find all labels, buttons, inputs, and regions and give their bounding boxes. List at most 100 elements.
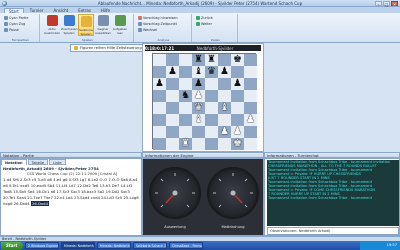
cyan-partie-button[interactable]: Cyan Partie [4, 15, 28, 20]
board-square[interactable] [153, 102, 166, 114]
board-square[interactable] [218, 78, 231, 90]
black-pawn-icon[interactable]: ♟ [166, 66, 179, 78]
move-list[interactable]: 1.d4 Sf6 2.Sc3 c5 3.d5 d6 4.e4 g6 5.Sf3 … [3, 177, 141, 207]
board-square[interactable] [166, 54, 179, 66]
board-square[interactable] [244, 66, 257, 78]
cyan-zug-label: Cyan Zug [9, 21, 26, 26]
board-square[interactable] [192, 126, 205, 138]
tab-tabelle[interactable]: Tabelle [27, 159, 49, 165]
board-square[interactable] [153, 138, 166, 150]
board-square[interactable] [205, 90, 218, 102]
white-pawn-icon[interactable]: ♟ [218, 126, 231, 138]
maximize-button[interactable]: □ [383, 1, 390, 7]
tab-liste[interactable]: Liste [49, 159, 66, 165]
minimize-button[interactable]: – [375, 1, 382, 7]
taskbar-item[interactable]: ChessBase - Fernsch... [169, 242, 203, 249]
chess-piece-icon [80, 16, 92, 27]
black-pawn-icon[interactable]: ♟ [218, 66, 231, 78]
board-square[interactable] [205, 78, 218, 90]
board-square[interactable] [179, 126, 192, 138]
taskbar-item[interactable]: Mineda: Nedbforth_A... [97, 242, 131, 249]
board-square[interactable] [192, 138, 205, 150]
black-rook-icon[interactable]: ♜ [205, 54, 218, 66]
board-square[interactable] [244, 54, 257, 66]
vorschlag-hinweisen-button[interactable]: Vorschlag hinweisen [138, 15, 178, 20]
seikkoria-button[interactable]: Seikkoria Spielen [78, 14, 94, 36]
board-square[interactable] [218, 138, 231, 150]
black-pawn-icon[interactable]: ♟ [192, 78, 205, 90]
taskbar-item[interactable]: 2 Windows Explorer [25, 242, 59, 249]
board-square[interactable] [179, 54, 192, 66]
board-square[interactable] [205, 138, 218, 150]
black-bishop-icon[interactable]: ♝ [192, 66, 205, 78]
board-square[interactable] [244, 138, 257, 150]
start-button[interactable]: Start [1, 241, 23, 250]
board-square[interactable] [218, 54, 231, 66]
zuschauen-button[interactable]: Zuschauen Spielen [61, 14, 78, 36]
board-square[interactable] [205, 102, 218, 114]
black-knight-icon[interactable]: ♞ [179, 90, 192, 102]
white-bishop-icon[interactable]: ♝ [218, 102, 231, 114]
board-square[interactable] [218, 114, 231, 126]
mate-threat-gauge [207, 167, 259, 219]
board-square[interactable] [166, 138, 179, 150]
board-square[interactable] [179, 78, 192, 90]
black-rook-icon[interactable]: ♜ [192, 54, 205, 66]
zurueck-button[interactable]: Zurück [196, 15, 213, 20]
white-pawn-icon[interactable]: ♟ [244, 114, 257, 126]
close-button[interactable]: × [391, 1, 398, 7]
gauge-dial-icon [155, 173, 195, 208]
pause-button[interactable]: Pause [4, 27, 19, 32]
board-square[interactable] [244, 78, 257, 90]
black-pawn-icon[interactable]: ♟ [153, 78, 166, 90]
board-square[interactable] [153, 54, 166, 66]
board-square[interactable] [231, 102, 244, 114]
white-rook-icon[interactable]: ♜ [179, 138, 192, 150]
board-square[interactable] [179, 66, 192, 78]
current-move[interactable]: 26.Dxd4 [30, 201, 49, 206]
board-square[interactable] [205, 114, 218, 126]
taskbar-item[interactable]: Mineda: Nedbforth_A... [61, 242, 95, 249]
board-square[interactable] [166, 78, 179, 90]
dropdown-popup[interactable]: Figuren reihen Hilfe Zeitsteuerung [70, 44, 152, 52]
chat-log[interactable]: Tournament invitation from Schachbox Tri… [267, 160, 399, 226]
wechsel-button[interactable]: Wechsel [138, 27, 157, 32]
board-square[interactable] [205, 126, 218, 138]
board-square[interactable] [218, 90, 231, 102]
board-square[interactable] [244, 90, 257, 102]
white-bishop-icon[interactable]: ♝ [192, 114, 205, 126]
board-square[interactable] [166, 90, 179, 102]
board-square[interactable] [231, 66, 244, 78]
white-pawn-icon[interactable]: ♟ [231, 126, 244, 138]
board-square[interactable] [153, 114, 166, 126]
black-queen-icon[interactable]: ♛ [205, 66, 218, 78]
board-square[interactable] [179, 102, 192, 114]
weiter-button[interactable]: Weiter [196, 21, 212, 26]
board-square[interactable] [231, 90, 244, 102]
chess-board[interactable]: ♚ ♛ ♜ ♝ ♝ ♟ ♟ ♟ ♟ ♚ ♛ ♜ ♜ ♝ ♞ ♟ ♟ ♟ ♟ ♟ [152, 53, 257, 150]
aufgaben-button[interactable]: Aufgaben leer [112, 14, 128, 36]
board-square[interactable] [153, 90, 166, 102]
board-square[interactable] [244, 126, 257, 138]
cyan-zug-button[interactable]: Cyan Zug [4, 21, 25, 26]
white-king-icon[interactable]: ♚ [231, 138, 244, 150]
black-king-icon[interactable]: ♚ [231, 54, 244, 66]
tab-notation[interactable]: Notation [1, 159, 27, 165]
chat-input[interactable]: Observationen: Nedbforth Arkadij [267, 227, 399, 235]
aktiv-button[interactable]: Aktiv Ausklicken [44, 14, 60, 36]
gegner-button[interactable]: Gegner auswählen [95, 14, 111, 36]
white-pawn-icon[interactable]: ♟ [192, 90, 205, 102]
vorschlag-zeitpunkt-button[interactable]: Vorschlag Zeitpunkt [138, 21, 177, 26]
white-queen-icon[interactable]: ♛ [192, 102, 205, 114]
board-square[interactable] [179, 114, 192, 126]
board-square[interactable] [231, 114, 244, 126]
board-square[interactable] [153, 126, 166, 138]
board-square[interactable] [166, 102, 179, 114]
board-square[interactable] [166, 126, 179, 138]
board-square[interactable] [166, 114, 179, 126]
black-pawn-icon[interactable]: ♟ [231, 78, 244, 90]
taskbar-item[interactable]: Seikkoria Schach 2... [133, 242, 167, 249]
board-square[interactable] [244, 102, 257, 114]
pause-label: Pause [9, 27, 19, 32]
board-square[interactable] [153, 66, 166, 78]
